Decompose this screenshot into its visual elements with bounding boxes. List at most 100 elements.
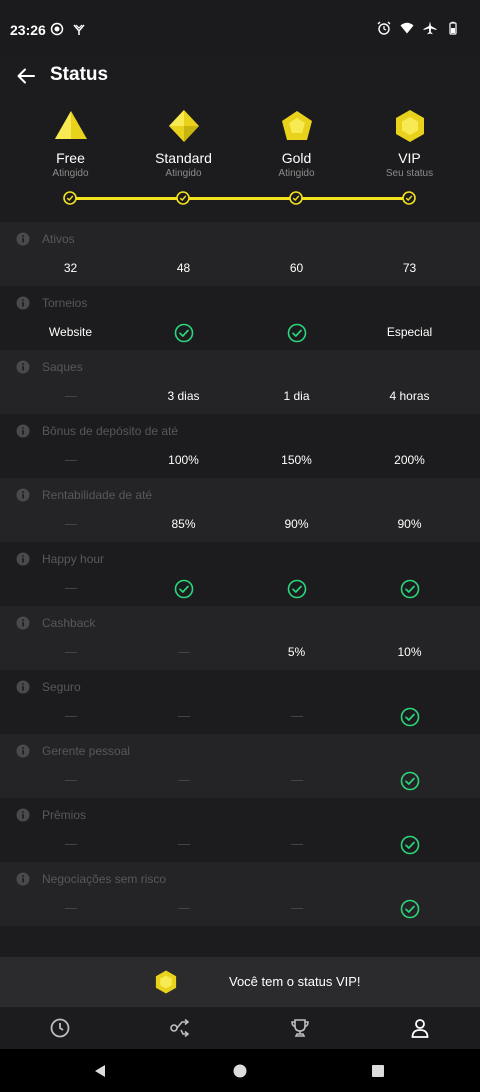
benefit-value: 32 <box>63 261 78 275</box>
benefit-value: 48 <box>176 261 191 275</box>
not-available-dash <box>64 588 77 590</box>
benefit-cell-gold <box>240 322 353 343</box>
benefit-cell-free <box>14 898 127 918</box>
back-button[interactable] <box>12 62 40 90</box>
benefit-label-text: Rentabilidade de até <box>42 488 153 502</box>
benefit-label-text: Ativos <box>42 232 75 246</box>
tier-name: VIP <box>398 150 421 166</box>
tier-status: Seu status <box>385 168 434 179</box>
info-icon[interactable] <box>16 360 30 374</box>
benefit-cell-vip <box>353 834 466 855</box>
system-status-bar: 23:26 <box>0 0 480 58</box>
tier-status: Atingido <box>165 168 202 179</box>
benefit-row: Bônus de depósito de até 100% 150% 200% <box>0 414 480 478</box>
benefit-label: Torneios <box>16 296 87 310</box>
benefit-cell-vip <box>353 578 466 599</box>
benefit-cell-vip: 200% <box>353 450 466 470</box>
info-icon[interactable] <box>16 680 30 694</box>
benefit-row: Seguro <box>0 670 480 734</box>
tier-free: Free Atingido <box>14 100 127 179</box>
benefit-cell-vip: 4 horas <box>353 386 466 406</box>
info-icon[interactable] <box>16 488 30 502</box>
benefit-cell-gold <box>240 834 353 854</box>
info-icon[interactable] <box>16 424 30 438</box>
benefit-label: Gerente pessoal <box>16 744 130 758</box>
info-icon[interactable] <box>16 744 30 758</box>
info-icon[interactable] <box>16 616 30 630</box>
benefit-label: Cashback <box>16 616 95 630</box>
trophy-icon[interactable] <box>289 1017 311 1039</box>
back-arrow-icon <box>17 68 35 84</box>
nav-home-icon[interactable] <box>232 1063 248 1079</box>
not-available-dash <box>64 524 77 526</box>
benefit-cell-standard: 3 dias <box>127 386 240 406</box>
benefit-cell-gold: 60 <box>240 258 353 278</box>
benefit-cell-vip: 73 <box>353 258 466 278</box>
benefit-cell-gold <box>240 770 353 790</box>
benefit-label: Negociações sem risco <box>16 872 166 886</box>
page-title: Status <box>50 64 109 85</box>
benefit-cell-gold: 150% <box>240 450 353 470</box>
benefit-label-text: Happy hour <box>42 552 105 566</box>
benefit-cell-gold: 1 dia <box>240 386 353 406</box>
not-available-dash <box>290 908 303 910</box>
screen-record-icon <box>50 22 64 36</box>
benefit-label-text: Torneios <box>42 296 88 310</box>
benefit-value: 73 <box>402 261 417 275</box>
benefit-value: 10% <box>397 645 422 659</box>
check-circle-icon <box>400 835 419 855</box>
benefit-label: Happy hour <box>16 552 104 566</box>
benefit-value: 100% <box>168 453 199 467</box>
wifi-icon <box>400 22 414 34</box>
benefit-row: Cashback 5% 10% <box>0 606 480 670</box>
benefit-cell-standard <box>127 642 240 662</box>
benefit-value: 4 horas <box>389 389 430 403</box>
info-icon[interactable] <box>16 296 30 310</box>
benefit-label-text: Seguro <box>42 680 81 694</box>
check-circle-icon <box>400 579 419 599</box>
tier-standard: Standard Atingido <box>127 100 240 179</box>
benefit-value: Especial <box>386 325 433 339</box>
tier-reached-check-icon <box>402 191 416 205</box>
history-clock-icon[interactable] <box>49 1017 71 1039</box>
benefit-label: Rentabilidade de até <box>16 488 152 502</box>
benefit-value: 85% <box>171 517 196 531</box>
tier-name: Standard <box>155 150 212 166</box>
tier-status: Atingido <box>278 168 315 179</box>
benefit-row: Ativos 32 48 60 73 <box>0 222 480 286</box>
app-header: Status <box>0 58 480 98</box>
info-icon[interactable] <box>16 808 30 822</box>
benefit-cell-standard <box>127 706 240 726</box>
benefit-value: Website <box>48 325 93 339</box>
benefit-value: 150% <box>281 453 312 467</box>
not-available-dash <box>290 780 303 782</box>
benefit-cell-vip: Especial <box>353 322 466 342</box>
nav-recents-icon[interactable] <box>370 1063 386 1079</box>
check-circle-icon <box>400 771 419 791</box>
airplane-mode-icon <box>423 21 437 35</box>
not-available-dash <box>177 844 190 846</box>
benefit-cell-standard: 48 <box>127 258 240 278</box>
not-available-dash <box>64 844 77 846</box>
benefit-value: 5% <box>287 645 306 659</box>
benefit-cell-vip <box>353 898 466 919</box>
benefit-cell-free <box>14 642 127 662</box>
info-icon[interactable] <box>16 552 30 566</box>
diamond-gem-icon <box>168 110 199 142</box>
tier-reached-check-icon <box>63 191 77 205</box>
shuffle-icon[interactable] <box>169 1017 191 1039</box>
benefit-row: Saques 3 dias 1 dia 4 horas <box>0 350 480 414</box>
info-icon[interactable] <box>16 232 30 246</box>
benefit-label-text: Bônus de depósito de até <box>42 424 179 438</box>
benefit-cell-gold: 5% <box>240 642 353 662</box>
info-icon[interactable] <box>16 872 30 886</box>
profile-icon[interactable] <box>409 1017 431 1039</box>
check-circle-icon <box>174 323 193 343</box>
benefit-cell-free: Website <box>14 322 127 342</box>
check-circle-icon <box>400 899 419 919</box>
benefit-cell-free <box>14 450 127 470</box>
nav-back-icon[interactable] <box>92 1063 108 1079</box>
benefit-cell-standard <box>127 834 240 854</box>
benefit-value: 60 <box>289 261 304 275</box>
alarm-icon <box>377 21 391 35</box>
